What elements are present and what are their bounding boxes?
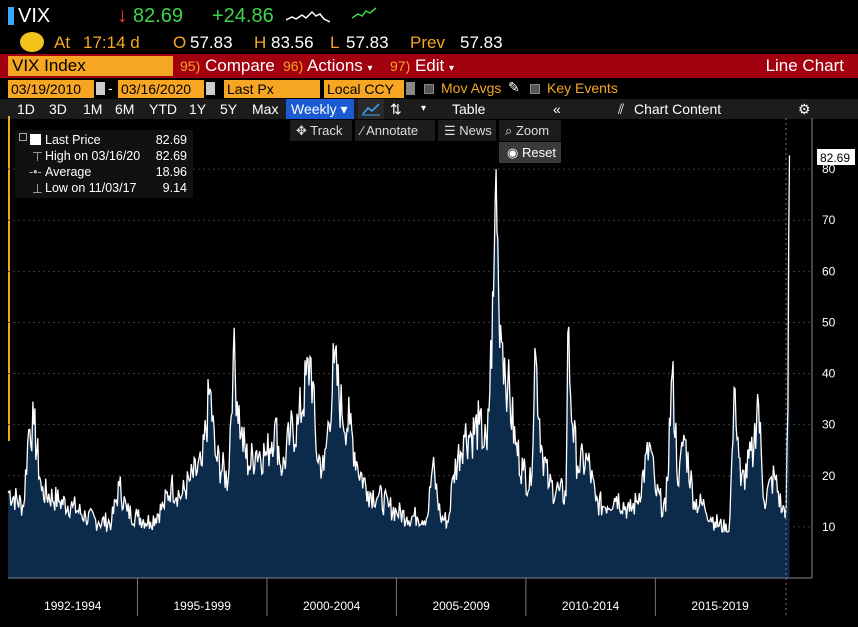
legend-label-3: Low on 11/03/17 bbox=[45, 181, 137, 195]
x-tick-label: 2010-2014 bbox=[562, 599, 620, 613]
y-tick-label: 30 bbox=[822, 418, 836, 432]
legend-value-2: 18.96 bbox=[155, 165, 187, 179]
y-tick-label: 20 bbox=[822, 469, 836, 483]
legend-collapse-icon[interactable] bbox=[19, 133, 27, 141]
legend-label-0: Last Price bbox=[45, 133, 101, 147]
y-tick-label: 60 bbox=[822, 264, 836, 278]
y-tick-label: 70 bbox=[822, 213, 836, 227]
y-tick-label: 40 bbox=[822, 367, 836, 381]
legend-label-2: Average bbox=[45, 165, 92, 179]
y-tick-label: 50 bbox=[822, 315, 836, 329]
x-tick-label: 2000-2004 bbox=[303, 599, 361, 613]
legend-value-1: 82.69 bbox=[155, 149, 187, 163]
last-price-tag: 82.69 bbox=[817, 149, 855, 165]
legend-label-1: High on 03/16/20 bbox=[45, 149, 141, 163]
left-scroll-marker[interactable] bbox=[8, 116, 10, 441]
legend-value-3: 9.14 bbox=[162, 181, 187, 195]
x-tick-label: 1995-1999 bbox=[174, 599, 232, 613]
x-tick-label: 1992-1994 bbox=[44, 599, 102, 613]
x-tick-label: 2015-2019 bbox=[691, 599, 749, 613]
legend-swatch bbox=[30, 134, 41, 145]
x-tick-label: 2005-2009 bbox=[432, 599, 490, 613]
y-tick-label: 10 bbox=[822, 520, 836, 534]
y-axis-ticks: 1020304050607080 bbox=[822, 162, 836, 534]
legend-value-0: 82.69 bbox=[155, 133, 187, 147]
price-chart[interactable]: 1020304050607080 1992-1994 1995-1999 2000-… bbox=[0, 0, 858, 627]
high-marker-icon: ⊤ bbox=[32, 150, 43, 164]
low-marker-icon: ⊥ bbox=[32, 182, 43, 196]
chart-legend: Last Price 82.69 ⊤ High on 03/16/20 82.6… bbox=[15, 130, 193, 198]
last-price-tag-text: 82.69 bbox=[820, 151, 850, 165]
average-marker-icon: -•- bbox=[29, 165, 42, 179]
